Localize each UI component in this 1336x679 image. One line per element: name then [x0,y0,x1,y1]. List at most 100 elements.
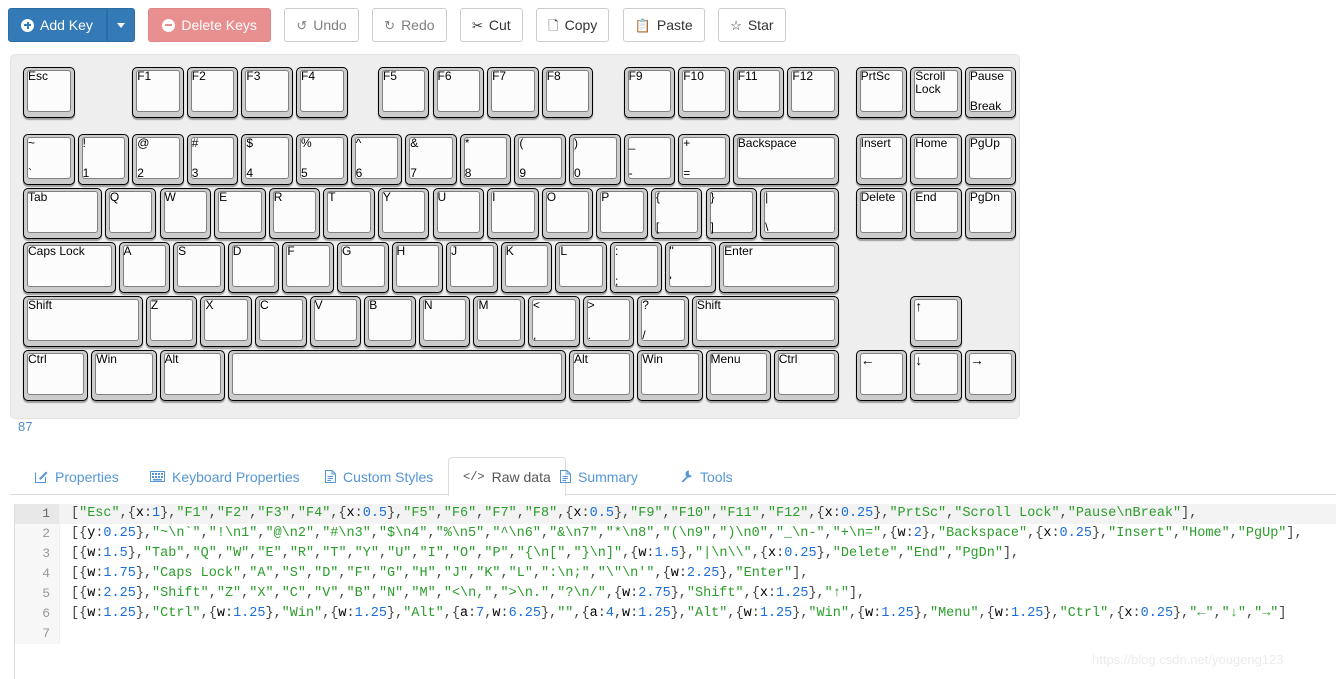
keyboard-key[interactable]: Delete [855,188,908,239]
keyboard-key[interactable]: I [487,188,539,239]
editor-line[interactable]: 7 [15,624,1336,644]
keyboard-key[interactable]: R [268,188,321,239]
tab-keyboard-properties[interactable]: Keyboard Properties [135,457,315,495]
keyboard-key[interactable]: F7 [487,67,539,118]
editor-line[interactable]: 6 [{w:1.25},"Ctrl",{w:1.25},"Win",{w:1.25… [15,604,1336,624]
editor-line[interactable]: 1 ["Esc",{x:1},"F1","F2","F3","F4",{x:0.5… [15,504,1336,524]
keyboard-key[interactable]: Tab [23,188,102,239]
keyboard-key[interactable]: | \ [760,188,839,239]
editor-line[interactable]: 2 [{y:0.25},"~\n`","!\n1","@\n2","#\n3","… [15,524,1336,544]
keyboard-key[interactable]: Z [145,296,198,347]
keyboard-key[interactable]: F6 [432,67,485,118]
keyboard-key[interactable]: F3 [241,67,293,118]
keyboard-key[interactable]: ← [855,350,908,401]
keyboard-key[interactable]: Caps Lock [23,242,116,293]
keyboard-key[interactable]: :; [609,242,662,293]
delete-keys-button[interactable]: Delete Keys [148,8,271,42]
keyboard-key[interactable]: A [118,242,171,293]
keyboard-key[interactable]: & 7 [405,134,457,185]
keyboard-key[interactable]: End [910,188,962,239]
keyboard-key[interactable]: F10 [678,67,730,118]
keyboard-key[interactable]: Shift [691,296,839,347]
keyboard-key[interactable]: M [473,296,526,347]
keyboard-key[interactable]: Win [637,350,703,401]
keyboard-key[interactable]: _ - [623,134,676,185]
keyboard-key[interactable]: X [200,296,253,347]
star-button[interactable]: ☆ Star [718,8,786,42]
keyboard-key[interactable]: F9 [623,67,676,118]
keyboard-key[interactable]: Esc [23,67,75,118]
keyboard-key[interactable]: ! 1 [77,134,130,185]
tab-custom-styles[interactable]: Custom Styles [310,457,448,495]
keyboard-key[interactable]: V [309,296,362,347]
keyboard-key[interactable]: Ctrl [773,350,839,401]
keyboard-key[interactable]: C [255,296,307,347]
cut-button[interactable]: ✂ Cut [459,8,523,42]
keyboard-key[interactable]: + = [678,134,730,185]
keyboard-key[interactable]: Menu [705,350,771,401]
keyboard-key[interactable]: >. [582,296,635,347]
keyboard-key[interactable]: O [541,188,594,239]
keyboard-key[interactable]: Pause Break [964,67,1017,118]
keyboard-key[interactable]: H [391,242,444,293]
keyboard-key[interactable]: F2 [186,67,239,118]
keyboard-key[interactable]: F4 [296,67,348,118]
keyboard-key[interactable]: F5 [377,67,430,118]
keyboard-key[interactable]: Win [91,350,157,401]
keyboard-key[interactable]: * 8 [459,134,512,185]
keyboard-key[interactable]: Alt [569,350,635,401]
keyboard-key[interactable]: PrtSc [855,67,908,118]
keyboard-key[interactable]: }] [705,188,758,239]
keyboard-key[interactable]: L [555,242,607,293]
keyboard-key[interactable]: Alt [159,350,225,401]
keyboard-key[interactable]: W [159,188,212,239]
keyboard-key[interactable]: {[ [650,188,703,239]
keyboard-key[interactable]: Shift [23,296,143,347]
keyboard-key[interactable]: P [596,188,648,239]
keyboard-key[interactable]: D [227,242,280,293]
keyboard-key[interactable]: N [418,296,471,347]
keyboard-key[interactable]: ^ 6 [350,134,403,185]
keyboard-key[interactable]: PgUp [964,134,1017,185]
keyboard-key[interactable]: Home [910,134,962,185]
keyboard-key[interactable]: @2 [132,134,184,185]
keyboard-key[interactable]: ↓ [910,350,962,401]
keyboard-key[interactable]: ? / [637,296,689,347]
keyboard-key[interactable]: " ' [664,242,717,293]
keyboard-key[interactable]: (9 [514,134,566,185]
keyboard-key[interactable]: ) 0 [569,134,621,185]
keyboard-key[interactable]: #3 [186,134,239,185]
undo-button[interactable]: ↺ Undo [284,8,359,42]
keyboard-key[interactable]: T [323,188,375,239]
tab-tools[interactable]: Tools [665,457,748,495]
copy-button[interactable]: 🗋 Copy [536,8,610,42]
add-key-dropdown-button[interactable] [106,8,135,42]
paste-button[interactable]: 📋 Paste [622,8,705,42]
redo-button[interactable]: ↻ Redo [372,8,447,42]
keyboard-key[interactable]: J [446,242,498,293]
keyboard-key[interactable]: Q [104,188,157,239]
keyboard-key[interactable]: PgDn [964,188,1017,239]
keyboard-key[interactable]: Backspace [732,134,839,185]
keyboard-key[interactable]: $4 [241,134,293,185]
keyboard-key[interactable]: ↑ [910,296,962,347]
keyboard-key[interactable]: Scroll Lock [910,67,962,118]
keyboard-key[interactable]: F11 [732,67,785,118]
keyboard-key[interactable]: E [214,188,266,239]
keyboard-key[interactable]: B [364,296,416,347]
keyboard-key[interactable] [227,350,566,401]
keyboard-key[interactable]: % 5 [296,134,348,185]
add-key-button[interactable]: Add Key [8,8,107,42]
keyboard-key[interactable]: Y [377,188,430,239]
keyboard-key[interactable]: F8 [541,67,594,118]
keyboard-key[interactable]: U [432,188,485,239]
keyboard-key[interactable]: G [336,242,389,293]
keyboard-key[interactable]: K [500,242,553,293]
keyboard-key[interactable]: ~ ` [23,134,75,185]
keyboard-key[interactable]: Ctrl [23,350,89,401]
editor-line[interactable]: 4 [{w:1.75},"Caps Lock","A","S","D","F","… [15,564,1336,584]
editor-line[interactable]: 5 [{w:2.25},"Shift","Z","X","C","V","B","… [15,584,1336,604]
keyboard-key[interactable]: F12 [787,67,839,118]
editor-line[interactable]: 3 [{w:1.5},"Tab","Q","W","E","R","T","Y",… [15,544,1336,564]
keyboard-key[interactable]: → [964,350,1017,401]
